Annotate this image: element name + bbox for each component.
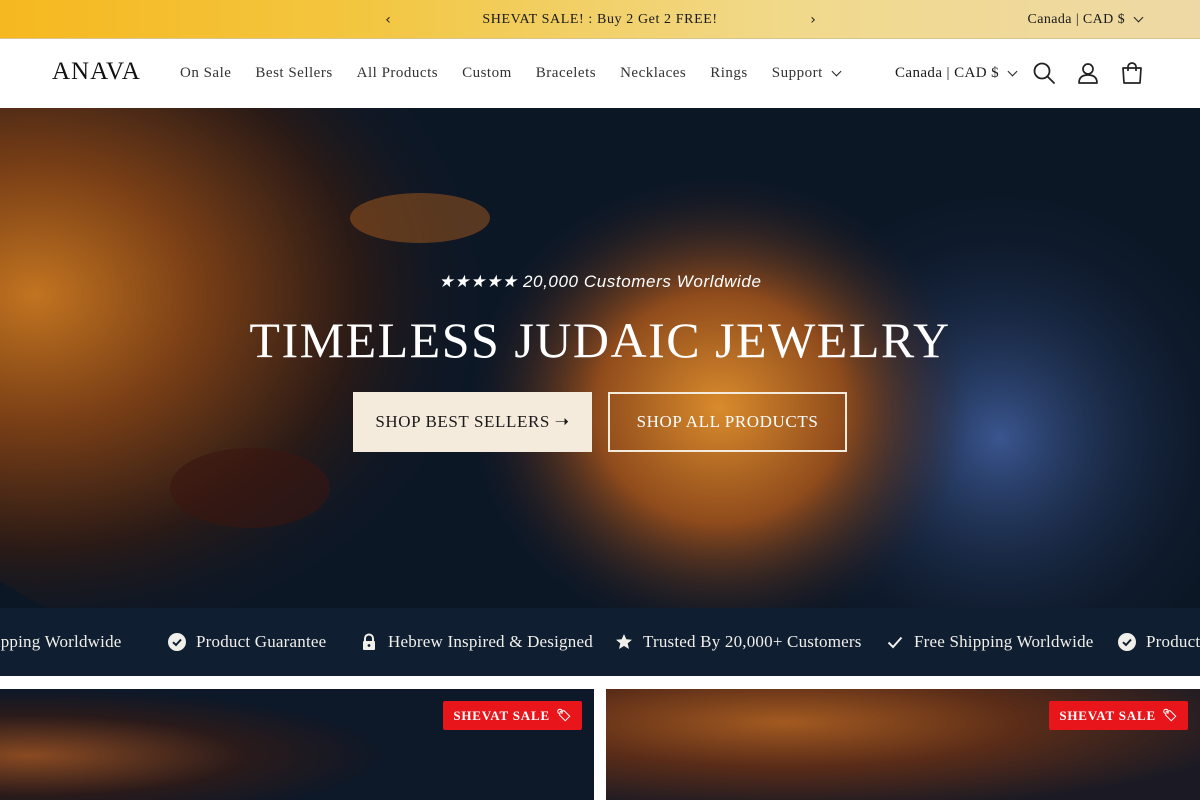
lock-icon bbox=[363, 633, 375, 650]
check-circle-icon bbox=[168, 633, 186, 651]
feature-item: Free Shipping Worldwide bbox=[0, 608, 122, 676]
feature-item: Free Shipping Worldwide bbox=[886, 608, 1094, 676]
feature-label: Free Shipping Worldwide bbox=[0, 632, 122, 651]
sale-badge: SHEVAT SALE 🏷 bbox=[443, 701, 582, 730]
nav-item-bracelets[interactable]: Bracelets bbox=[524, 39, 608, 108]
sale-badge-label: SHEVAT SALE bbox=[453, 707, 550, 723]
search-icon[interactable] bbox=[1031, 60, 1057, 86]
tag-icon: 🏷 bbox=[1161, 708, 1178, 722]
product-card[interactable]: SHEVAT SALE 🏷 bbox=[0, 689, 594, 800]
account-icon[interactable] bbox=[1075, 60, 1101, 86]
announcement-prev-button[interactable]: ‹ bbox=[376, 0, 400, 39]
site-header: ANAVA On Sale Best Sellers All Products … bbox=[0, 39, 1200, 108]
tag-icon: 🏷 bbox=[555, 708, 572, 722]
feature-item: Trusted By 20,000+ Customers bbox=[615, 608, 862, 676]
header-locale-selector[interactable]: Canada | CAD $ bbox=[895, 39, 1018, 108]
product-card[interactable]: SHEVAT SALE 🏷 bbox=[606, 689, 1200, 800]
cart-icon[interactable] bbox=[1119, 60, 1145, 86]
nav-item-necklaces[interactable]: Necklaces bbox=[608, 39, 698, 108]
hero-title: TIMELESS JUDAIC JEWELRY bbox=[249, 312, 951, 368]
sale-badge-label: SHEVAT SALE bbox=[1059, 707, 1156, 723]
nav-item-on-sale[interactable]: On Sale bbox=[168, 39, 243, 108]
nav-item-rings[interactable]: Rings bbox=[698, 39, 760, 108]
check-circle-icon bbox=[1118, 633, 1136, 651]
header-locale-label: Canada | CAD $ bbox=[895, 65, 1000, 81]
feature-item: Product Guarantee bbox=[168, 608, 326, 676]
announcement-locale-selector[interactable]: Canada | CAD $ bbox=[1027, 0, 1144, 39]
chevron-down-icon bbox=[1133, 12, 1144, 23]
shop-best-sellers-button[interactable]: SHOP BEST SELLERS ➝ bbox=[353, 392, 592, 452]
nav-item-custom[interactable]: Custom bbox=[450, 39, 524, 108]
announcement-message[interactable]: SHEVAT SALE! : Buy 2 Get 2 FREE! bbox=[400, 0, 800, 39]
announcement-locale-label: Canada | CAD $ bbox=[1027, 11, 1125, 27]
nav-item-all-products[interactable]: All Products bbox=[345, 39, 450, 108]
feature-label: Trusted By 20,000+ Customers bbox=[643, 632, 862, 651]
nav-item-support-label: Support bbox=[771, 65, 823, 81]
sale-badge: SHEVAT SALE 🏷 bbox=[1049, 701, 1188, 730]
chevron-down-icon bbox=[1007, 66, 1018, 77]
chevron-down-icon bbox=[831, 66, 842, 77]
check-icon bbox=[887, 636, 903, 649]
feature-item: Product Guarantee bbox=[1118, 608, 1200, 676]
feature-label: Free Shipping Worldwide bbox=[914, 632, 1094, 651]
feature-label: Product Guarantee bbox=[1146, 632, 1200, 651]
hero-rating: ★★★★★ 20,000 Customers Worldwide bbox=[438, 272, 762, 291]
nav-item-best-sellers[interactable]: Best Sellers bbox=[243, 39, 344, 108]
main-nav: On Sale Best Sellers All Products Custom… bbox=[168, 39, 852, 108]
announcement-bar: ‹ SHEVAT SALE! : Buy 2 Get 2 FREE! › Can… bbox=[0, 0, 1200, 39]
feature-label: Hebrew Inspired & Designed bbox=[388, 632, 593, 651]
announcement-next-button[interactable]: › bbox=[801, 0, 825, 39]
nav-item-support[interactable]: Support bbox=[760, 39, 852, 108]
shop-all-products-button[interactable]: SHOP ALL PRODUCTS bbox=[608, 392, 847, 452]
hero-banner: ★★★★★ 20,000 Customers Worldwide TIMELES… bbox=[0, 108, 1200, 608]
star-icon bbox=[616, 634, 632, 649]
feature-strip: Free Shipping Worldwide Product Guarante… bbox=[0, 608, 1200, 676]
brand-logo[interactable]: ANAVA bbox=[52, 58, 141, 86]
feature-label: Product Guarantee bbox=[196, 632, 327, 651]
feature-item: Hebrew Inspired & Designed bbox=[360, 608, 593, 676]
